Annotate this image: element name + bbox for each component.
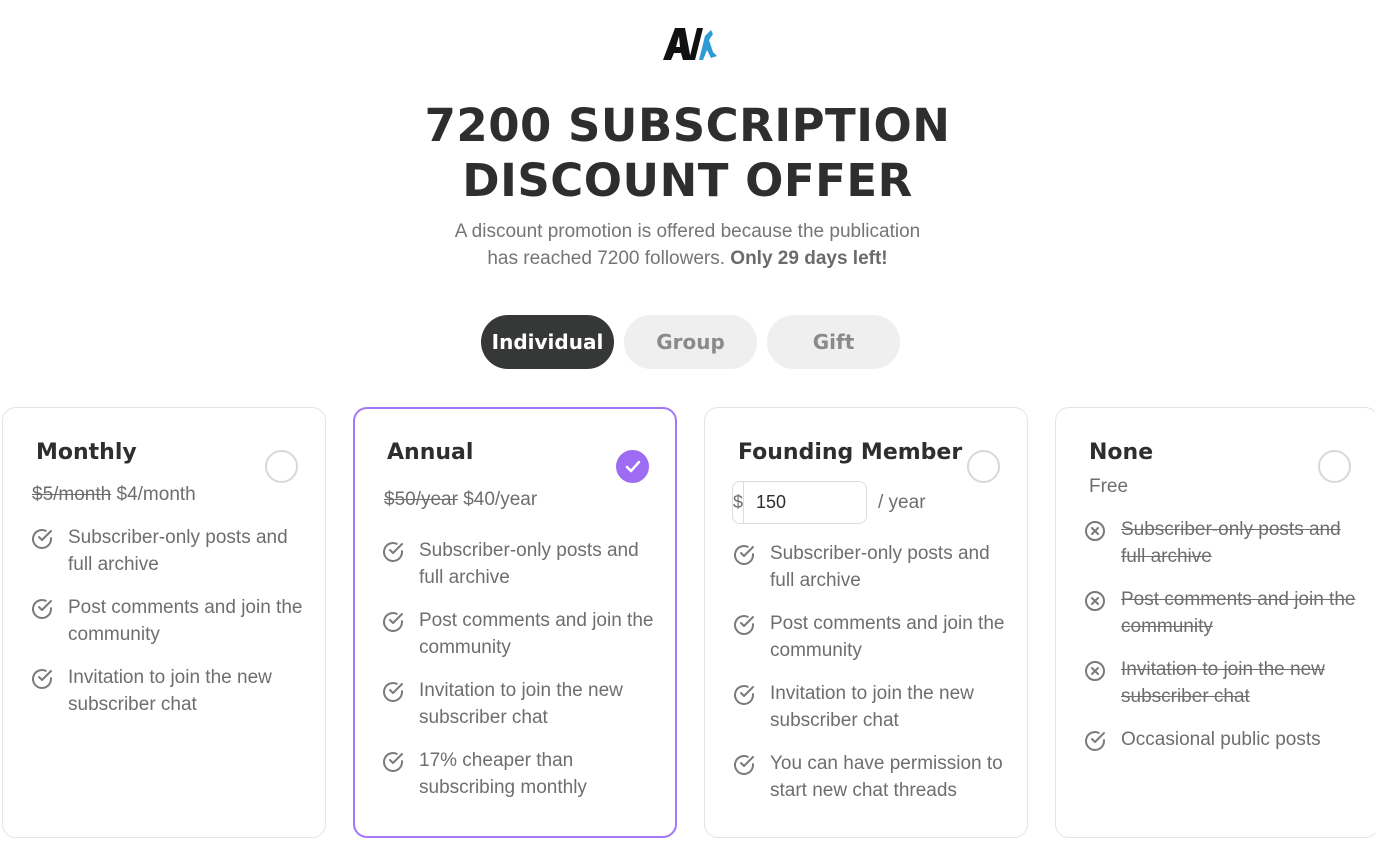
- feature-item: You can have permission to start new cha…: [732, 750, 1015, 804]
- feature-text: Invitation to join the new subscriber ch…: [770, 683, 974, 731]
- title-line-2: DISCOUNT OFFER: [462, 154, 913, 207]
- check-circle-icon: [32, 599, 52, 619]
- plan-title: Annual: [387, 440, 474, 465]
- plan-card-annual[interactable]: Annual $50/year $40/year Subscriber-only…: [353, 407, 677, 838]
- check-circle-icon: [383, 612, 403, 632]
- subscription-type-tabs: Individual Group Gift: [481, 315, 900, 369]
- check-circle-icon: [32, 529, 52, 549]
- page-subtitle: A discount promotion is offered because …: [0, 218, 1375, 272]
- feature-item: Invitation to join the new subscriber ch…: [381, 677, 664, 731]
- plan-radio-button[interactable]: [967, 450, 1000, 483]
- publication-logo: [663, 28, 717, 60]
- plan-price: $50/year $40/year: [384, 489, 537, 511]
- subscription-page: 7200 SUBSCRIPTION DISCOUNT OFFER A disco…: [0, 0, 1375, 844]
- check-circle-icon: [383, 682, 403, 702]
- tab-individual[interactable]: Individual: [481, 315, 614, 369]
- feature-text: Invitation to join the new subscriber ch…: [68, 667, 272, 715]
- feature-item: 17% cheaper than subscribing monthly: [381, 747, 664, 801]
- founding-amount-input[interactable]: [744, 482, 866, 523]
- feature-item: Subscriber-only posts and full archive: [30, 524, 313, 578]
- subtitle-line-1: A discount promotion is offered because …: [454, 221, 921, 242]
- feature-item: Invitation to join the new subscriber ch…: [732, 680, 1015, 734]
- title-line-1: 7200 SUBSCRIPTION: [424, 99, 951, 152]
- feature-text: Post comments and join the community: [68, 597, 303, 645]
- feature-list: Subscriber-only posts and full archive P…: [381, 537, 664, 817]
- feature-text: Occasional public posts: [1121, 729, 1321, 750]
- feature-text: Subscriber-only posts and full archive: [68, 527, 288, 575]
- old-price: $5/month: [32, 484, 112, 505]
- checkmark-icon: [625, 460, 641, 473]
- excluded-feature-item: Subscriber-only posts and full archive: [1083, 516, 1366, 570]
- feature-text: Invitation to join the new subscriber ch…: [1121, 659, 1325, 707]
- feature-list: Subscriber-only posts and full archive P…: [1083, 516, 1366, 769]
- plan-title: Monthly: [36, 440, 137, 465]
- feature-list: Subscriber-only posts and full archive P…: [30, 524, 313, 734]
- feature-text: Post comments and join the community: [1121, 589, 1356, 637]
- feature-item: Post comments and join the community: [381, 607, 664, 661]
- excluded-feature-item: Post comments and join the community: [1083, 586, 1366, 640]
- check-circle-icon: [32, 669, 52, 689]
- tab-group[interactable]: Group: [624, 315, 757, 369]
- feature-item: Invitation to join the new subscriber ch…: [30, 664, 313, 718]
- plan-card-none[interactable]: None Free Subscriber-only posts and full…: [1055, 407, 1375, 838]
- page-title: 7200 SUBSCRIPTION DISCOUNT OFFER: [0, 98, 1375, 208]
- plan-radio-button[interactable]: [265, 450, 298, 483]
- feature-text: 17% cheaper than subscribing monthly: [419, 750, 587, 798]
- plan-title: Founding Member: [738, 440, 963, 465]
- feature-item: Post comments and join the community: [30, 594, 313, 648]
- feature-item: Post comments and join the community: [732, 610, 1015, 664]
- check-circle-icon: [734, 615, 754, 635]
- new-price: $40/year: [463, 489, 538, 510]
- feature-text: Invitation to join the new subscriber ch…: [419, 680, 623, 728]
- tab-gift[interactable]: Gift: [767, 315, 900, 369]
- feature-text: Post comments and join the community: [419, 610, 654, 658]
- feature-item: Occasional public posts: [1083, 726, 1366, 753]
- feature-text: Subscriber-only posts and full archive: [770, 543, 990, 591]
- old-price: $50/year: [384, 489, 458, 510]
- check-circle-icon: [383, 542, 403, 562]
- feature-text: Subscriber-only posts and full archive: [1121, 519, 1341, 567]
- check-circle-icon: [734, 545, 754, 565]
- plan-radio-button[interactable]: [616, 450, 649, 483]
- plan-radio-button[interactable]: [1318, 450, 1351, 483]
- new-price: $4/month: [116, 484, 196, 505]
- check-circle-icon: [734, 755, 754, 775]
- x-circle-icon: [1085, 521, 1105, 541]
- feature-text: Subscriber-only posts and full archive: [419, 540, 639, 588]
- x-circle-icon: [1085, 661, 1105, 681]
- subtitle-line-2: has reached 7200 followers. Only 29 days…: [0, 245, 1375, 272]
- subtitle-followers-text: has reached 7200 followers.: [487, 248, 731, 269]
- plan-price: $5/month $4/month: [32, 484, 196, 506]
- check-circle-icon: [383, 752, 403, 772]
- currency-prefix: $: [733, 482, 745, 523]
- plan-card-monthly[interactable]: Monthly $5/month $4/month Subscriber-onl…: [2, 407, 326, 838]
- founding-amount-field: $: [732, 481, 867, 524]
- feature-text: You can have permission to start new cha…: [770, 753, 1003, 801]
- feature-item: Subscriber-only posts and full archive: [381, 537, 664, 591]
- feature-list: Subscriber-only posts and full archive P…: [732, 540, 1015, 820]
- plan-title: None: [1089, 440, 1154, 465]
- days-left-text: Only 29 days left!: [730, 248, 888, 269]
- x-circle-icon: [1085, 591, 1105, 611]
- plan-card-founding-member[interactable]: Founding Member $ / year Subscriber-only…: [704, 407, 1028, 838]
- check-circle-icon: [1085, 731, 1105, 751]
- feature-item: Subscriber-only posts and full archive: [732, 540, 1015, 594]
- check-circle-icon: [734, 685, 754, 705]
- feature-text: Post comments and join the community: [770, 613, 1005, 661]
- plan-price: Free: [1089, 476, 1129, 497]
- excluded-feature-item: Invitation to join the new subscriber ch…: [1083, 656, 1366, 710]
- billing-period: / year: [878, 492, 926, 513]
